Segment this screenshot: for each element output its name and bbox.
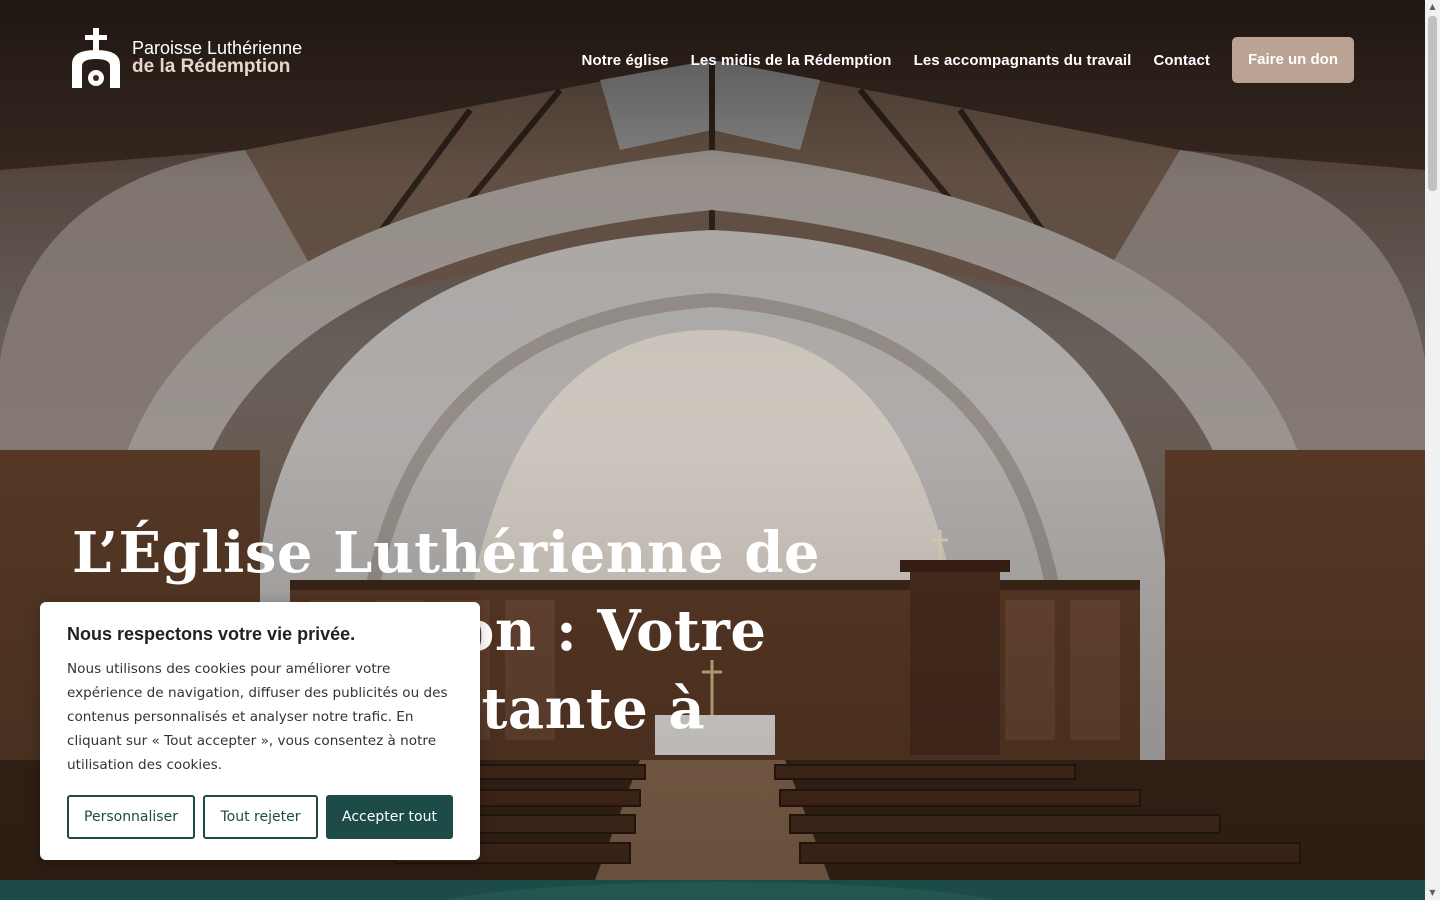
customize-button[interactable]: Personnaliser	[67, 795, 195, 839]
church-cross-icon	[72, 28, 120, 88]
main-nav: Notre église Les midis de la Rédemption …	[560, 37, 1354, 83]
cookie-description: Nous utilisons des cookies pour améliore…	[67, 661, 448, 773]
decorative-wave	[420, 882, 1020, 900]
accept-all-button[interactable]: Accepter tout	[326, 795, 453, 839]
scroll-thumb[interactable]	[1428, 16, 1437, 191]
cookie-consent-banner: Nous respectons votre vie privée. Nous u…	[40, 602, 480, 860]
nav-item-contact[interactable]: Contact	[1153, 52, 1210, 69]
scroll-up-arrow-icon[interactable]: ▲	[1425, 0, 1440, 14]
page-scrollbar[interactable]: ▲ ▼	[1425, 0, 1440, 900]
next-section-edge	[0, 880, 1425, 900]
site-header: Paroisse Luthérienne de la Rédemption No…	[0, 0, 1425, 120]
donate-button[interactable]: Faire un don	[1232, 37, 1354, 83]
nav-item-accompagnants[interactable]: Les accompagnants du travail	[914, 52, 1132, 69]
brand-line-1: Paroisse Luthérienne	[132, 37, 303, 58]
site-logo[interactable]: Paroisse Luthérienne de la Rédemption	[70, 28, 302, 88]
brand-line-2: de la Rédemption	[132, 56, 291, 78]
cookie-actions: Personnaliser Tout rejeter Accepter tout	[67, 795, 453, 839]
cookie-title: Nous respectons votre vie privée.	[67, 624, 356, 644]
reject-all-button[interactable]: Tout rejeter	[203, 795, 318, 839]
scroll-down-arrow-icon[interactable]: ▼	[1425, 886, 1440, 900]
nav-item-notre-eglise[interactable]: Notre église	[582, 52, 669, 69]
nav-item-midis[interactable]: Les midis de la Rédemption	[691, 52, 892, 69]
